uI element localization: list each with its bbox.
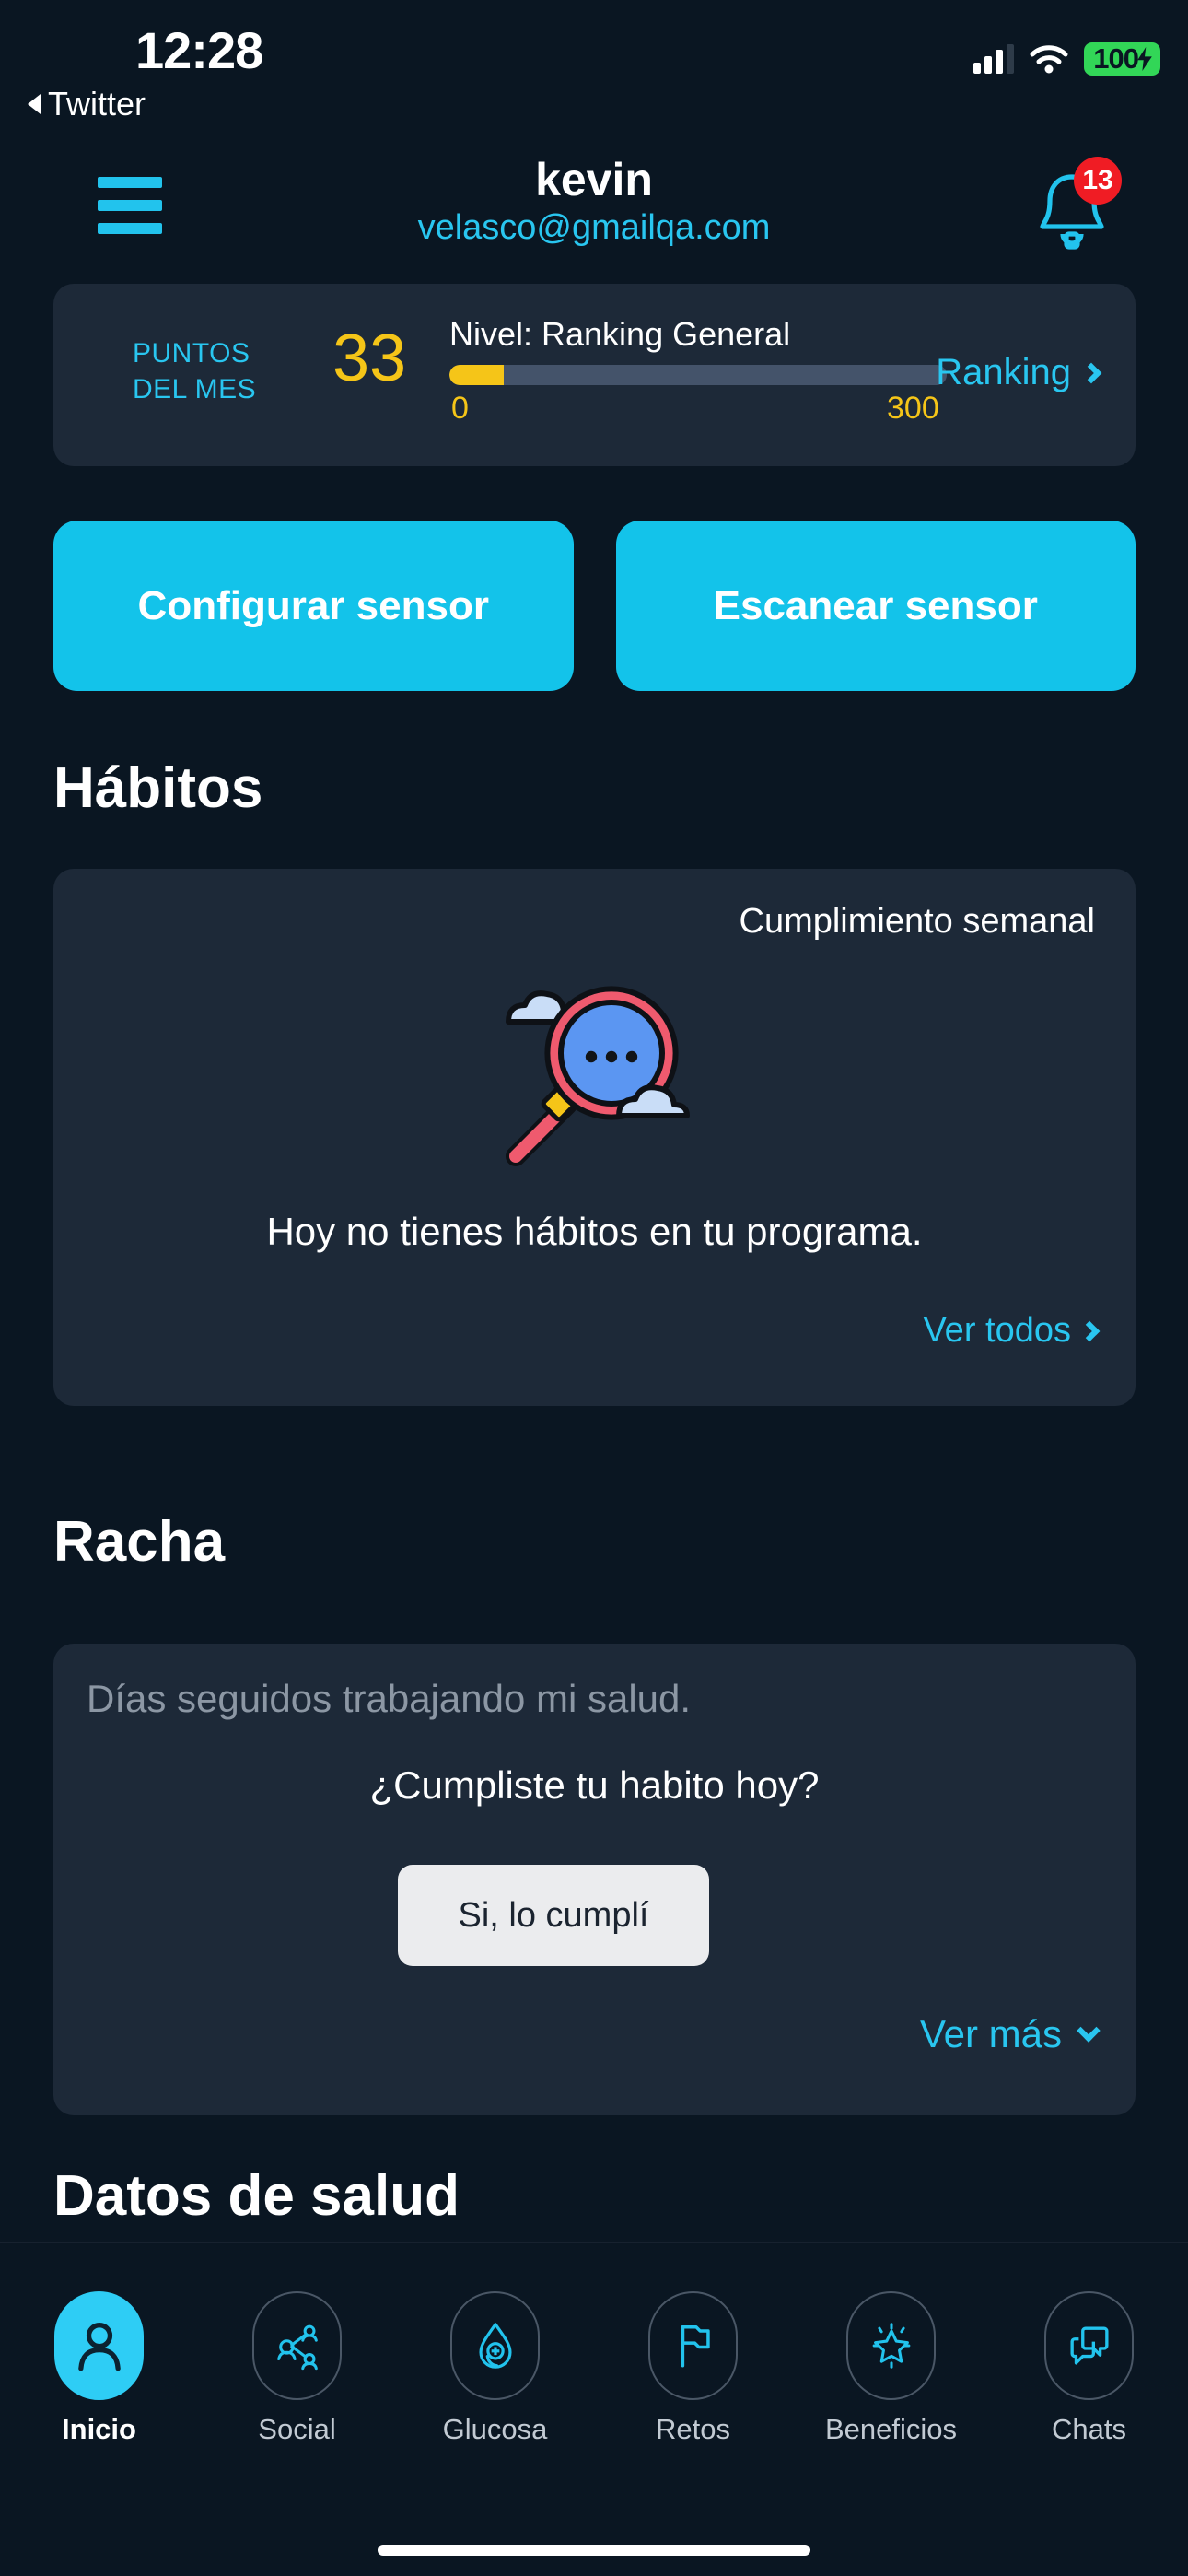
habits-card: Cumplimiento semanal Hoy no tienes hábit… (53, 869, 1136, 1406)
home-indicator (378, 2545, 810, 2556)
cellular-signal-icon (973, 44, 1015, 74)
racha-subtitle: Días seguidos trabajando mi salud. (87, 1677, 692, 1720)
points-label-line2: DEL MES (133, 374, 257, 404)
chevron-down-icon (1077, 2019, 1101, 2043)
ranking-link[interactable]: Ranking (936, 352, 1102, 393)
bottom-tab-bar: Inicio Social Glucosa Retos Beneficios C… (0, 2242, 1188, 2576)
racha-question: ¿Cumpliste tu habito hoy? (369, 1763, 820, 1807)
habits-empty-message: Hoy no tienes hábitos en tu programa. (266, 1210, 923, 1253)
chat-bubbles-icon (1044, 2291, 1134, 2400)
back-to-app-link[interactable]: Twitter (28, 85, 146, 123)
progress-max-label: 300 (887, 391, 939, 426)
tab-social[interactable]: Social (210, 2291, 385, 2446)
points-value: 33 (332, 322, 407, 395)
star-icon (846, 2291, 936, 2400)
habits-see-all-label: Ver todos (923, 1311, 1071, 1350)
battery-percent-label: 100 (1093, 41, 1139, 75)
blood-drop-icon (450, 2291, 540, 2400)
user-email: velasco@gmailqa.com (417, 208, 771, 247)
level-progress-fill (449, 365, 505, 385)
racha-confirm-button[interactable]: Si, lo cumplí (398, 1865, 709, 1966)
points-summary-card: PUNTOS DEL MES 33 Nivel: Ranking General… (53, 284, 1136, 466)
battery-charging-icon: 100 (1084, 42, 1160, 76)
person-icon (54, 2291, 144, 2400)
racha-see-more-link[interactable]: Ver más (919, 2012, 1101, 2056)
health-data-section-title: Datos de salud (53, 2164, 460, 2228)
habits-section-title: Hábitos (53, 756, 263, 820)
tab-glucosa-label: Glucosa (442, 2413, 548, 2445)
chevron-right-icon (1080, 362, 1102, 383)
network-nodes-icon (252, 2291, 342, 2400)
racha-card: Días seguidos trabajando mi salud. ¿Cump… (53, 1644, 1136, 2115)
status-time: 12:28 (135, 21, 263, 79)
tab-retos-label: Retos (656, 2413, 730, 2445)
ranking-link-label: Ranking (936, 352, 1071, 392)
configure-sensor-button[interactable]: Configurar sensor (53, 521, 574, 691)
wifi-icon (1030, 45, 1068, 74)
flag-icon (648, 2291, 738, 2400)
weekly-compliance-label: Cumplimiento semanal (739, 902, 1096, 941)
tab-beneficios[interactable]: Beneficios (804, 2291, 979, 2446)
level-progress-bar (449, 365, 947, 385)
notifications-button[interactable]: 13 (1028, 157, 1122, 256)
points-label-line1: PUNTOS (133, 338, 250, 369)
notification-badge: 13 (1074, 157, 1122, 205)
status-indicators: 100 (973, 42, 1160, 76)
points-label: PUNTOS DEL MES (133, 335, 298, 407)
magnifier-search-illustration (53, 961, 1136, 1173)
level-label: Nivel: Ranking General (449, 315, 791, 353)
tab-glucosa[interactable]: Glucosa (408, 2291, 583, 2446)
app-header: kevin velasco@gmailqa.com 13 (0, 155, 1188, 269)
tab-social-label: Social (258, 2413, 336, 2445)
sensor-actions: Configurar sensor Escanear sensor (53, 521, 1136, 691)
racha-section-title: Racha (53, 1510, 226, 1574)
chevron-right-icon (1078, 1320, 1101, 1341)
tab-chats[interactable]: Chats (1002, 2291, 1177, 2446)
page-title: kevin (535, 154, 653, 205)
progress-min-label: 0 (451, 391, 469, 426)
back-app-label: Twitter (48, 85, 146, 123)
header-identity: kevin velasco@gmailqa.com (0, 155, 1188, 248)
habits-see-all-link[interactable]: Ver todos (923, 1311, 1101, 1351)
back-arrow-icon (28, 94, 41, 114)
tab-inicio-label: Inicio (62, 2413, 136, 2445)
scan-sensor-button[interactable]: Escanear sensor (615, 521, 1136, 691)
tab-beneficios-label: Beneficios (824, 2413, 958, 2445)
tab-retos[interactable]: Retos (606, 2291, 781, 2446)
racha-see-more-label: Ver más (919, 2012, 1062, 2055)
tab-inicio[interactable]: Inicio (12, 2291, 187, 2446)
status-bar: 12:28 Twitter 100 (0, 0, 1188, 147)
tab-chats-label: Chats (1052, 2413, 1126, 2445)
